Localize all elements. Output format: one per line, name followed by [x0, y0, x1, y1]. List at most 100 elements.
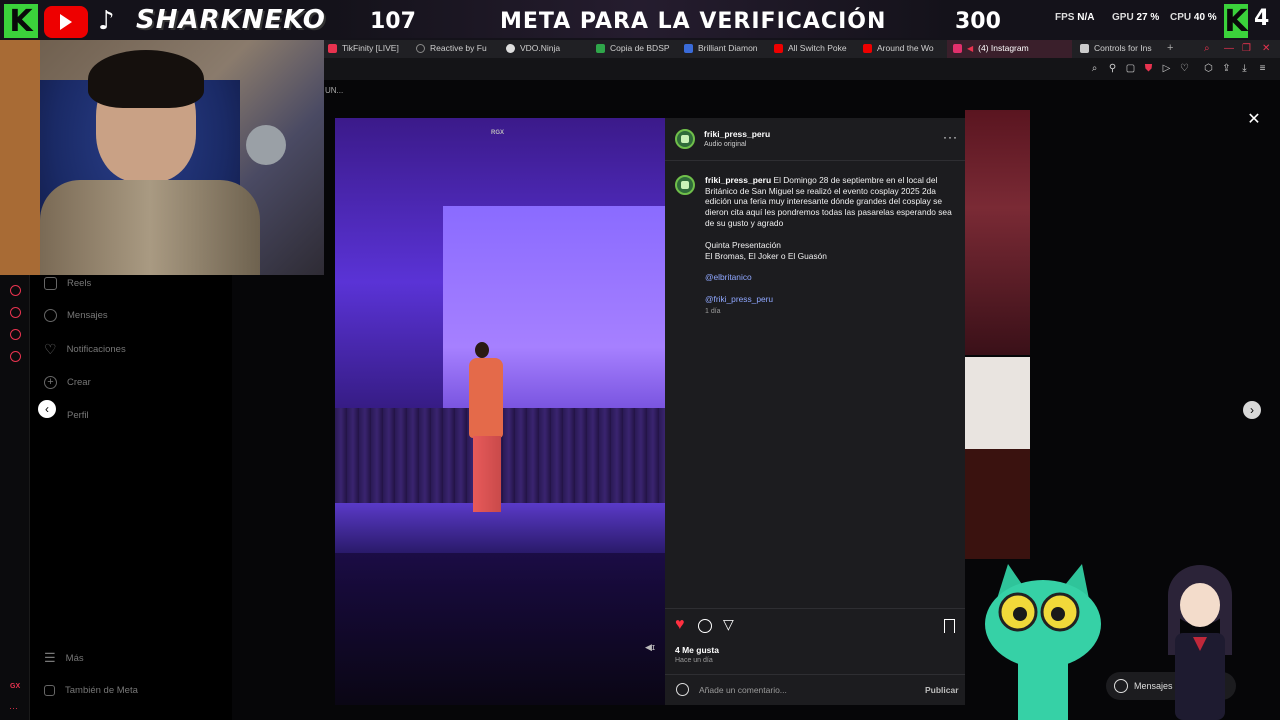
nav-notifications[interactable]: ♡ Notificaciones — [44, 342, 126, 356]
comment-input[interactable]: Añade un comentario... — [699, 685, 787, 695]
previous-post-button[interactable]: ‹ — [38, 400, 56, 418]
browser-toolbar: ⌕ ⚲ ▢ ⛊ ▷ ♡ ⬡ ⇪ ⤓ ≡ — [324, 58, 1280, 80]
next-post-button[interactable]: › — [1243, 401, 1261, 419]
nav-meta[interactable]: También de Meta — [44, 685, 138, 696]
nav-meta-label: También de Meta — [65, 685, 138, 696]
extensions-icon[interactable]: ⬡ — [1202, 62, 1215, 75]
menu-icon[interactable]: ≡ — [1256, 62, 1269, 75]
divider — [665, 608, 965, 609]
cpu-value: 40 % — [1193, 12, 1217, 23]
new-tab-button[interactable]: + — [1167, 38, 1179, 58]
emoji-icon[interactable] — [676, 683, 689, 696]
post-time: Hace un día — [675, 657, 713, 664]
messenger-icon — [1114, 679, 1128, 693]
minimize-icon[interactable]: — — [1224, 38, 1236, 58]
grid-thumbnail — [965, 110, 1030, 355]
youtube-icon — [774, 43, 783, 53]
browser-tab-active[interactable]: ◀ (4) Instagram — [947, 38, 1072, 58]
close-modal-icon[interactable]: ✕ — [1246, 112, 1262, 128]
reel-video[interactable]: RGX ◀ɪ — [335, 118, 665, 705]
nav-more-label: Más — [65, 652, 84, 664]
maximize-icon[interactable]: ❐ — [1242, 38, 1254, 58]
browser-tab[interactable]: TikFinity [LIVE] — [328, 38, 410, 58]
tab-label: VDO.Ninja — [520, 43, 561, 53]
clock-icon[interactable] — [10, 307, 21, 318]
instagram-icon[interactable] — [10, 285, 21, 296]
fps-value: N/A — [1077, 12, 1095, 23]
shirt — [40, 180, 260, 275]
search-tabs-icon[interactable]: ⌕ — [1204, 38, 1216, 58]
play-icon[interactable]: ▷ — [1160, 62, 1173, 75]
browser-tab[interactable]: Reactive by Fu — [416, 38, 498, 58]
reels-icon — [44, 277, 57, 290]
caption-avatar[interactable] — [675, 175, 695, 195]
youtube-icon — [863, 43, 872, 53]
share-icon[interactable]: ▽ — [723, 616, 734, 632]
browser-tab[interactable]: Brilliant Diamon — [684, 38, 768, 58]
settings-icon[interactable] — [10, 351, 21, 362]
tab-label: Brilliant Diamon — [698, 43, 758, 53]
caption-time: 1 día — [705, 308, 721, 315]
tab-label: Copia de BDSP — [610, 43, 670, 53]
shield-icon[interactable]: ⛊ — [1142, 62, 1155, 75]
zoom-icon[interactable]: ⌕ — [1088, 62, 1101, 75]
tab-label: Controls for Ins — [1094, 43, 1152, 53]
nav-more[interactable]: ☰ Más — [44, 650, 84, 665]
bookmark-icon[interactable] — [944, 619, 955, 633]
gpu-label: GPU — [1112, 12, 1134, 23]
browser-tab[interactable]: VDO.Ninja — [506, 38, 588, 58]
sheets-icon — [596, 43, 605, 53]
tab-label: (4) Instagram — [978, 43, 1029, 53]
more-options-icon[interactable]: ··· — [943, 130, 958, 144]
mention-link[interactable]: @friki_press_peru — [705, 294, 773, 305]
nav-messages[interactable]: Mensajes — [44, 309, 108, 322]
author-avatar[interactable] — [675, 129, 695, 149]
caption-line3: El Bromas, El Joker o El Guasón — [705, 251, 827, 261]
post-author-username[interactable]: friki_press_peru — [704, 129, 770, 139]
browser-tab[interactable]: Copia de BDSP — [596, 38, 678, 58]
cpu-label: CPU — [1170, 12, 1192, 23]
mention-link[interactable]: @elbritanico — [705, 272, 752, 283]
channel-brand: SHARKNEKO — [136, 5, 326, 35]
anime-girl-mascot — [1168, 565, 1232, 720]
caption-username[interactable]: friki_press_peru — [705, 175, 771, 185]
window-close-icon[interactable]: ✕ — [1262, 38, 1274, 58]
mute-icon[interactable]: ◀ɪ — [645, 642, 655, 653]
send-icon[interactable] — [10, 329, 21, 340]
caption-line2: Quinta Presentación — [705, 240, 781, 250]
comment-icon[interactable] — [698, 619, 712, 633]
browser-tab[interactable]: All Switch Poke — [774, 38, 854, 58]
caption: friki_press_peru El Domingo 28 de septie… — [705, 175, 953, 229]
address-fragment: UN... — [325, 86, 344, 95]
cat-pupil — [1013, 607, 1027, 621]
browser-tab[interactable]: Controls for Ins — [1080, 38, 1164, 58]
video-watermark: RGX — [491, 130, 505, 136]
speaker-icon: ◀ — [967, 43, 974, 53]
nav-reels-label: Reels — [67, 278, 92, 289]
download-icon[interactable]: ⤓ — [1238, 62, 1251, 75]
screenshot-icon[interactable]: ▢ — [1124, 62, 1137, 75]
like-heart-icon[interactable]: ♥ — [675, 617, 685, 633]
brilliant-icon — [684, 43, 693, 53]
plus-icon: + — [44, 376, 57, 389]
likes-count[interactable]: 4 Me gusta — [675, 645, 719, 655]
tab-label: All Switch Poke — [788, 43, 847, 53]
instagram-sidebar — [0, 275, 232, 720]
tab-label: Around the Wo — [877, 43, 934, 53]
share-icon[interactable]: ⇪ — [1220, 62, 1233, 75]
nav-create[interactable]: + Crear — [44, 376, 91, 389]
menu-icon: ☰ — [44, 650, 56, 665]
pin-icon[interactable]: ⚲ — [1106, 62, 1119, 75]
grid-thumbnail — [965, 357, 1030, 449]
browser-tab[interactable]: Around the Wo — [863, 38, 941, 58]
heart-icon[interactable]: ♡ — [1178, 62, 1191, 75]
youtube-logo-icon — [44, 6, 88, 38]
publish-button[interactable]: Publicar — [925, 685, 959, 695]
audio-label[interactable]: Audio original — [704, 141, 746, 148]
helmet-figure — [246, 125, 286, 165]
more-dots-icon[interactable]: ··· — [9, 703, 18, 713]
follower-count: 107 — [370, 9, 416, 34]
nav-reels[interactable]: Reels — [44, 277, 91, 290]
post-details-panel: friki_press_peru Audio original ··· frik… — [665, 118, 965, 705]
cpu-stat: CPU 40 % — [1170, 12, 1217, 23]
